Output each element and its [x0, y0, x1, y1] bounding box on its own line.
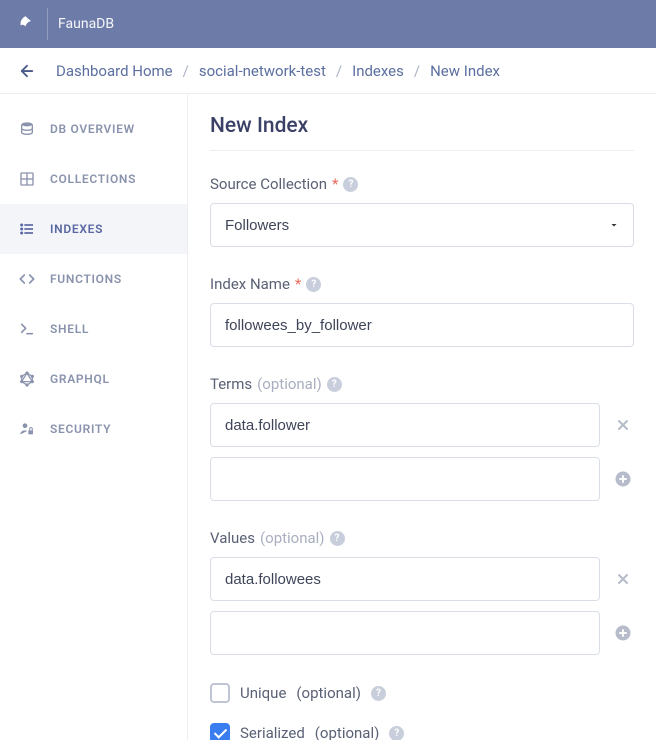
- graphql-icon: [18, 370, 36, 388]
- sidebar-item-graphql[interactable]: GRAPHQL: [0, 354, 187, 404]
- main-content: New Index Source Collection* ? Followers…: [188, 94, 656, 740]
- serialized-label: Serialized: [240, 724, 305, 740]
- breadcrumb-link[interactable]: social-network-test: [199, 62, 326, 80]
- help-icon[interactable]: ?: [389, 726, 404, 740]
- sidebar: DB OVERVIEW COLLECTIONS INDEXES FUNCTION…: [0, 94, 188, 740]
- help-icon[interactable]: ?: [327, 377, 342, 392]
- serialized-row: Serialized (optional) ?: [210, 723, 634, 740]
- unique-label: Unique: [240, 684, 286, 702]
- source-collection-label: Source Collection* ?: [210, 175, 634, 193]
- grid-icon: [18, 170, 36, 188]
- required-marker: *: [332, 175, 338, 193]
- remove-term-icon[interactable]: [612, 414, 634, 436]
- sidebar-item-label: DB OVERVIEW: [50, 122, 135, 136]
- unique-row: Unique (optional) ?: [210, 683, 634, 703]
- user-lock-icon: [18, 420, 36, 438]
- index-name-label: Index Name* ?: [210, 275, 634, 293]
- source-collection-select[interactable]: Followers: [210, 203, 634, 247]
- sidebar-item-indexes[interactable]: INDEXES: [0, 204, 187, 254]
- sidebar-item-label: GRAPHQL: [50, 372, 110, 386]
- breadcrumb-sep: /: [336, 62, 342, 80]
- value-input[interactable]: [210, 611, 600, 655]
- breadcrumb-link[interactable]: Indexes: [352, 62, 404, 80]
- sidebar-item-functions[interactable]: FUNCTIONS: [0, 254, 187, 304]
- sidebar-item-label: SECURITY: [50, 422, 111, 436]
- terminal-icon: [18, 320, 36, 338]
- term-input[interactable]: [210, 457, 600, 501]
- breadcrumb-sep: /: [183, 62, 189, 80]
- sidebar-item-label: FUNCTIONS: [50, 272, 122, 286]
- sidebar-item-db-overview[interactable]: DB OVERVIEW: [0, 104, 187, 154]
- remove-value-icon[interactable]: [612, 568, 634, 590]
- page-title: New Index: [210, 114, 634, 151]
- index-name-input[interactable]: [210, 303, 634, 347]
- sidebar-item-shell[interactable]: SHELL: [0, 304, 187, 354]
- back-arrow-icon[interactable]: [18, 62, 36, 80]
- values-label: Values (optional) ?: [210, 529, 634, 547]
- logo-icon: [16, 8, 48, 40]
- brand-name: FaunaDB: [58, 16, 114, 32]
- help-icon[interactable]: ?: [306, 277, 321, 292]
- code-icon: [18, 270, 36, 288]
- add-value-icon[interactable]: [612, 622, 634, 644]
- sidebar-item-label: SHELL: [50, 322, 89, 336]
- topbar: FaunaDB: [0, 0, 656, 48]
- breadcrumb: Dashboard Home / social-network-test / I…: [56, 62, 500, 80]
- add-term-icon[interactable]: [612, 468, 634, 490]
- value-input[interactable]: [210, 557, 600, 601]
- list-icon: [18, 220, 36, 238]
- help-icon[interactable]: ?: [371, 686, 386, 701]
- term-input[interactable]: [210, 403, 600, 447]
- breadcrumb-current: New Index: [430, 62, 500, 80]
- sidebar-item-security[interactable]: SECURITY: [0, 404, 187, 454]
- breadcrumb-link[interactable]: Dashboard Home: [56, 62, 173, 80]
- breadcrumb-sep: /: [414, 62, 420, 80]
- sidebar-item-collections[interactable]: COLLECTIONS: [0, 154, 187, 204]
- help-icon[interactable]: ?: [343, 177, 358, 192]
- help-icon[interactable]: ?: [330, 531, 345, 546]
- terms-label: Terms (optional) ?: [210, 375, 634, 393]
- breadcrumb-row: Dashboard Home / social-network-test / I…: [0, 48, 656, 94]
- database-icon: [18, 120, 36, 138]
- sidebar-item-label: INDEXES: [50, 222, 103, 236]
- sidebar-item-label: COLLECTIONS: [50, 172, 136, 186]
- required-marker: *: [295, 275, 301, 293]
- serialized-checkbox[interactable]: [210, 723, 230, 740]
- unique-checkbox[interactable]: [210, 683, 230, 703]
